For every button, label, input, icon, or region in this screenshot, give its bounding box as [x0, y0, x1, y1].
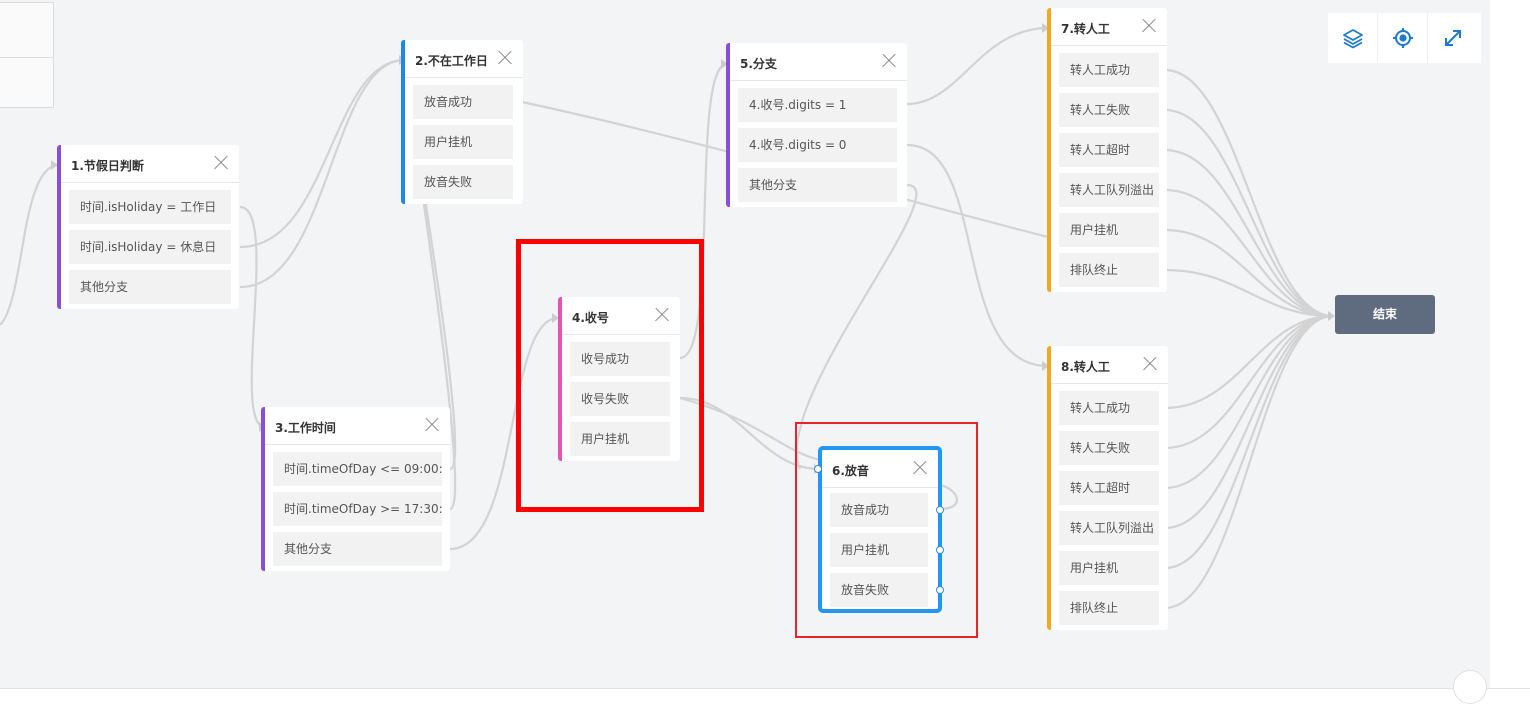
branch-item[interactable]: 4.收号.digits = 0	[738, 128, 897, 162]
branch-item[interactable]: 用户挂机	[413, 125, 513, 159]
node-header: 3.工作时间	[265, 407, 450, 445]
branch-item[interactable]: 排队终止	[1059, 591, 1159, 625]
node-title: 8.转人工	[1061, 360, 1110, 374]
close-icon[interactable]	[1140, 354, 1160, 374]
branch-item[interactable]: 其他分支	[69, 270, 231, 304]
branch-item[interactable]: 用户挂机	[1059, 213, 1159, 247]
bottom-bar	[0, 688, 1530, 712]
node-title: 4.收号	[572, 311, 609, 325]
close-icon[interactable]	[211, 153, 231, 173]
branch-item[interactable]: 转人工超时	[1059, 471, 1159, 505]
node-title: 2.不在工作日	[415, 54, 488, 68]
node-title: 7.转人工	[1061, 22, 1110, 36]
branch-item[interactable]: 用户挂机	[570, 422, 670, 456]
node-title: 3.工作时间	[275, 421, 336, 435]
branch-item[interactable]: 放音成功	[830, 493, 928, 527]
node-branch[interactable]: 5.分支 4.收号.digits = 1 4.收号.digits = 0 其他分…	[726, 43, 907, 207]
node-non-workday[interactable]: 2.不在工作日 放音成功 用户挂机 放音失败	[401, 40, 523, 204]
branch-item[interactable]: 收号成功	[570, 342, 670, 376]
branch-item[interactable]: 转人工失败	[1059, 431, 1159, 465]
close-icon[interactable]	[652, 305, 672, 325]
node-holiday-check[interactable]: 1.节假日判断 时间.isHoliday = 工作日 时间.isHoliday …	[57, 145, 239, 309]
locate-icon[interactable]	[1378, 13, 1428, 63]
branch-item[interactable]: 转人工失败	[1059, 93, 1159, 127]
node-play-audio[interactable]: 6.放音 放音成功 用户挂机 放音失败	[814, 446, 944, 613]
node-title: 6.放音	[832, 464, 869, 478]
output-port[interactable]	[936, 506, 944, 514]
input-port[interactable]	[814, 465, 822, 473]
branch-item[interactable]: 用户挂机	[830, 533, 928, 567]
branch-item[interactable]: 排队终止	[1059, 253, 1159, 287]
branch-item[interactable]: 时间.isHoliday = 工作日	[69, 190, 231, 224]
node-header: 8.转人工	[1051, 346, 1168, 384]
branch-item[interactable]: 放音失败	[830, 573, 928, 607]
node-header: 1.节假日判断	[61, 145, 239, 183]
node-transfer-agent-8[interactable]: 8.转人工 转人工成功 转人工失败 转人工超时 转人工队列溢出 用户挂机 排队终…	[1047, 346, 1168, 630]
branch-item[interactable]: 时间.timeOfDay >= 17:30:00	[273, 492, 442, 526]
right-edge-strip	[1490, 0, 1530, 688]
output-port[interactable]	[936, 546, 944, 554]
node-header: 4.收号	[562, 297, 680, 335]
canvas-toolbar	[1328, 13, 1481, 63]
branch-item[interactable]: 收号失败	[570, 382, 670, 416]
minimap-panel[interactable]	[0, 2, 54, 108]
branch-item[interactable]: 转人工队列溢出	[1059, 173, 1159, 207]
branch-item[interactable]: 转人工成功	[1059, 391, 1159, 425]
node-header: 7.转人工	[1051, 8, 1167, 46]
branch-item[interactable]: 放音失败	[413, 165, 513, 199]
branch-item[interactable]: 转人工队列溢出	[1059, 511, 1159, 545]
branch-item[interactable]: 放音成功	[413, 85, 513, 119]
close-icon[interactable]	[495, 48, 515, 68]
node-collect-digits[interactable]: 4.收号 收号成功 收号失败 用户挂机	[558, 297, 680, 461]
node-header: 5.分支	[730, 43, 907, 81]
fullscreen-icon[interactable]	[1428, 13, 1478, 63]
node-work-time[interactable]: 3.工作时间 时间.timeOfDay <= 09:00:00 时间.timeO…	[261, 407, 450, 571]
flow-canvas[interactable]: 1.节假日判断 时间.isHoliday = 工作日 时间.isHoliday …	[0, 0, 1490, 688]
branch-item[interactable]: 其他分支	[273, 532, 442, 566]
branch-item[interactable]: 时间.isHoliday = 休息日	[69, 230, 231, 264]
node-header: 6.放音	[822, 450, 938, 488]
node-transfer-agent-7[interactable]: 7.转人工 转人工成功 转人工失败 转人工超时 转人工队列溢出 用户挂机 排队终…	[1047, 8, 1167, 292]
zoom-control-button[interactable]	[1453, 670, 1487, 704]
node-header: 2.不在工作日	[405, 40, 523, 78]
branch-item[interactable]: 用户挂机	[1059, 551, 1159, 585]
node-title: 5.分支	[740, 57, 777, 71]
branch-item[interactable]: 其他分支	[738, 168, 897, 202]
output-port[interactable]	[936, 586, 944, 594]
close-icon[interactable]	[1139, 16, 1159, 36]
branch-item[interactable]: 转人工超时	[1059, 133, 1159, 167]
layers-icon[interactable]	[1328, 13, 1378, 63]
node-title: 1.节假日判断	[71, 159, 144, 173]
end-node[interactable]: 结束	[1335, 295, 1435, 334]
close-icon[interactable]	[422, 415, 442, 435]
close-icon[interactable]	[910, 458, 930, 478]
branch-item[interactable]: 转人工成功	[1059, 53, 1159, 87]
close-icon[interactable]	[879, 51, 899, 71]
branch-item[interactable]: 4.收号.digits = 1	[738, 88, 897, 122]
branch-item[interactable]: 时间.timeOfDay <= 09:00:00	[273, 452, 442, 486]
